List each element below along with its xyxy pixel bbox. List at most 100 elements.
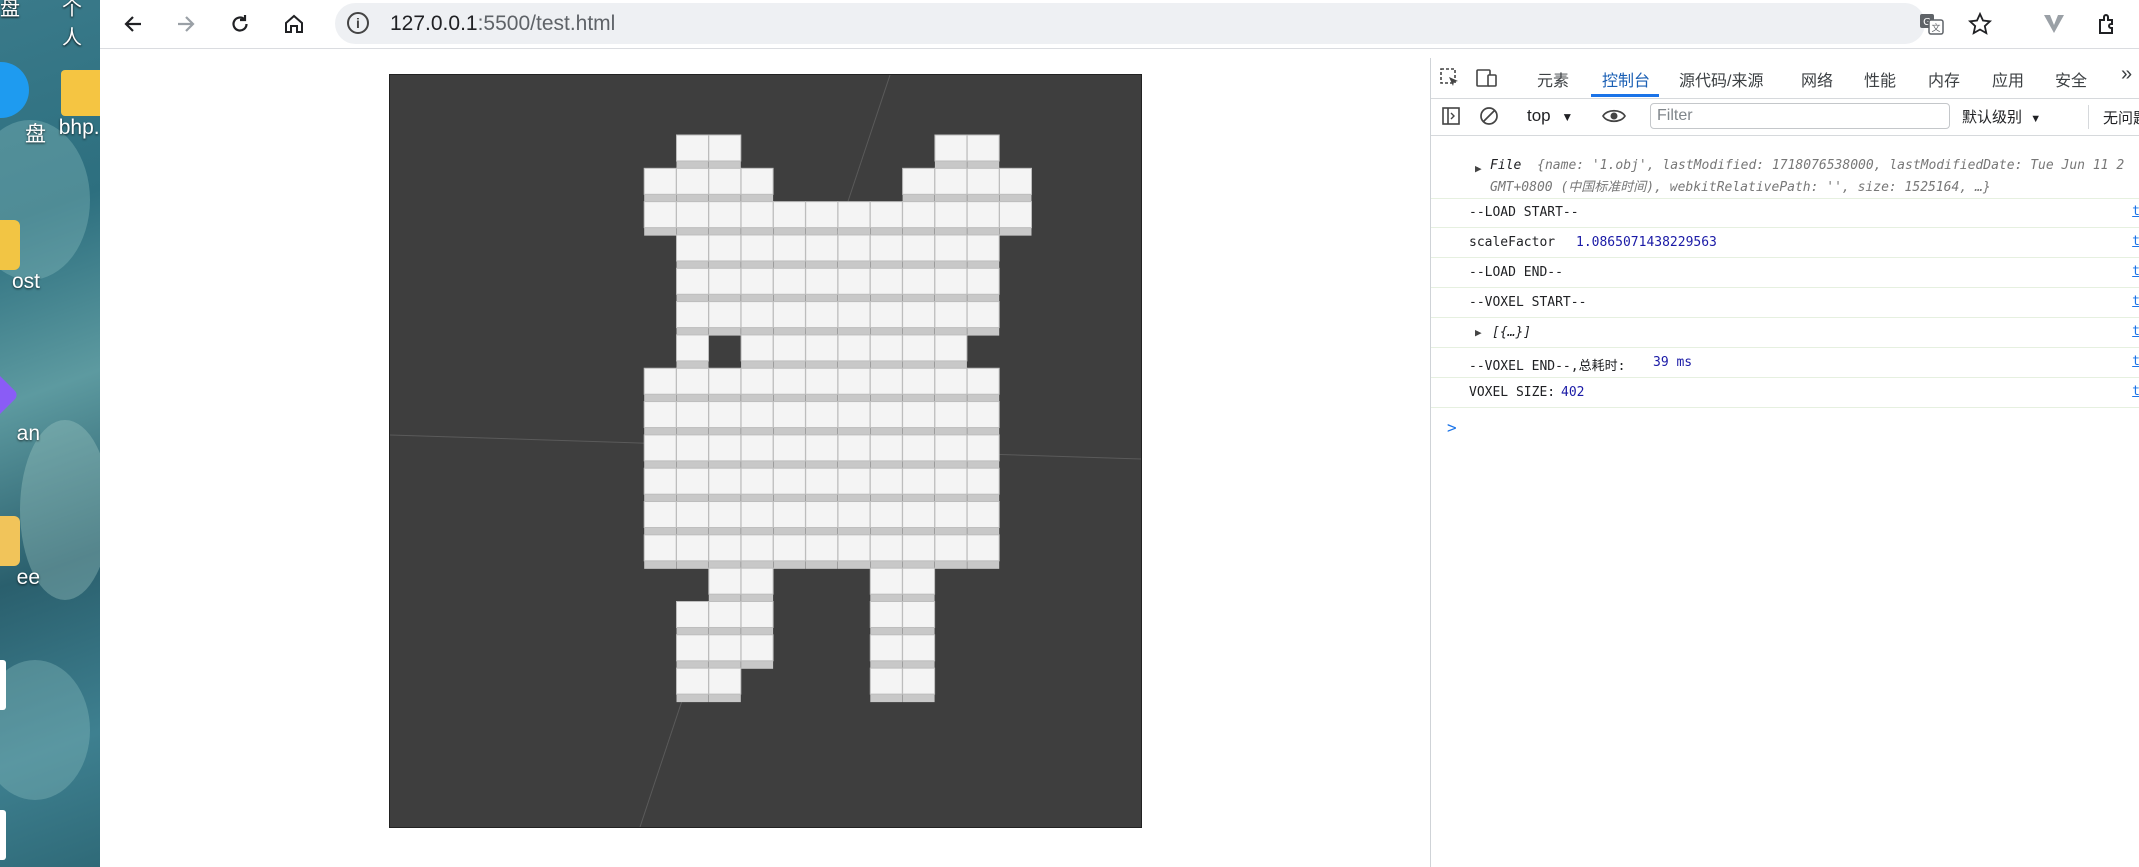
browser-toolbar: i 127.0.0.1:5500/test.html G文 bbox=[100, 0, 2139, 49]
desktop-icon-partial[interactable] bbox=[0, 660, 6, 710]
dropdown-caret-icon: ▼ bbox=[2030, 113, 2042, 125]
context-label: top bbox=[1527, 106, 1551, 125]
info-icon[interactable]: i bbox=[347, 12, 369, 34]
desktop-icon-partial[interactable] bbox=[0, 810, 6, 860]
source-link[interactable]: t bbox=[2132, 354, 2139, 369]
voxel-cube bbox=[676, 334, 709, 369]
voxel-cube bbox=[676, 201, 709, 236]
desktop-icon-app[interactable]: an bbox=[0, 370, 40, 446]
log-levels-label: 默认级别 bbox=[1962, 109, 2023, 126]
voxel-cube bbox=[902, 234, 936, 269]
voxel-cube bbox=[805, 201, 839, 236]
context-selector[interactable]: top ▼ bbox=[1527, 106, 1573, 126]
source-link[interactable]: t bbox=[2132, 294, 2139, 309]
tab-sources[interactable]: 源代码/来源 bbox=[1679, 67, 1763, 91]
voxel-cube bbox=[837, 467, 871, 503]
sidebar-toggle-icon[interactable] bbox=[1441, 106, 1461, 131]
forward-icon[interactable] bbox=[170, 8, 202, 40]
voxel-cube bbox=[708, 234, 742, 269]
console-prompt[interactable]: > bbox=[1431, 416, 2139, 444]
desktop-icon-gitee[interactable]: ee bbox=[0, 516, 40, 590]
file-object-prefix: File bbox=[1490, 158, 1522, 173]
source-link[interactable]: t bbox=[2132, 384, 2139, 399]
three-canvas[interactable] bbox=[389, 74, 1142, 828]
desktop-icon-folder[interactable]: bhp... bbox=[40, 70, 100, 140]
voxel-cube bbox=[805, 467, 839, 503]
source-link[interactable]: t bbox=[2132, 204, 2139, 219]
voxel-cube bbox=[805, 434, 839, 469]
voxel-cube bbox=[740, 467, 774, 503]
desktop-icon-postman[interactable]: ost bbox=[0, 220, 40, 294]
expand-triangle-icon[interactable]: ▶ bbox=[1475, 326, 1482, 339]
voxel-cube bbox=[740, 301, 774, 336]
voxel-cube bbox=[869, 501, 903, 536]
expand-triangle-icon[interactable]: ▶ bbox=[1475, 162, 1482, 175]
clear-console-icon[interactable] bbox=[1479, 106, 1499, 131]
tab-memory[interactable]: 内存 bbox=[1928, 67, 1960, 91]
voxel-cube bbox=[934, 501, 968, 536]
cloud-icon bbox=[0, 62, 29, 118]
device-toolbar-icon[interactable] bbox=[1475, 67, 1499, 94]
back-icon[interactable] bbox=[117, 8, 149, 40]
address-bar[interactable]: i 127.0.0.1:5500/test.html bbox=[335, 3, 1925, 44]
more-tabs-button[interactable]: » bbox=[2121, 63, 2132, 86]
vivaldi-icon[interactable] bbox=[2040, 10, 2068, 38]
voxel-cube bbox=[966, 234, 1000, 269]
voxel-cube bbox=[676, 501, 709, 536]
home-icon[interactable] bbox=[278, 8, 310, 40]
extensions-icon[interactable] bbox=[2094, 10, 2122, 38]
voxel-cube bbox=[902, 301, 936, 336]
reload-icon[interactable] bbox=[224, 8, 256, 40]
desktop-icon-label: bhp... bbox=[58, 116, 100, 139]
voxel-cube bbox=[740, 367, 774, 403]
voxel-cube bbox=[902, 267, 936, 303]
live-expression-eye-icon[interactable] bbox=[1601, 106, 1627, 131]
voxel-cube bbox=[837, 401, 871, 436]
inspect-element-icon[interactable] bbox=[1439, 67, 1461, 94]
issues-divider bbox=[2088, 105, 2089, 129]
voxel-cube bbox=[805, 367, 839, 403]
voxel-cube bbox=[837, 534, 871, 569]
voxel-cube bbox=[869, 667, 903, 703]
tab-console[interactable]: 控制台 bbox=[1602, 67, 1650, 91]
tab-application[interactable]: 应用 bbox=[1992, 67, 2024, 91]
voxel-cube bbox=[869, 467, 903, 503]
voxel-cube bbox=[772, 434, 806, 469]
voxel-cube bbox=[837, 201, 871, 236]
voxel-cube bbox=[740, 334, 774, 369]
voxel-cube bbox=[708, 567, 742, 603]
url-text[interactable]: 127.0.0.1:5500/test.html bbox=[390, 12, 615, 36]
source-link[interactable]: t bbox=[2132, 324, 2139, 339]
console-message-value: 1.0865071438229563 bbox=[1576, 235, 1717, 250]
voxel-cube bbox=[708, 600, 742, 636]
source-link[interactable]: t bbox=[2132, 234, 2139, 249]
tab-performance[interactable]: 性能 bbox=[1864, 67, 1896, 91]
console-message-array[interactable]: ▶ [{…}] t bbox=[1431, 318, 2139, 348]
voxel-cube bbox=[934, 267, 968, 303]
voxel-cube bbox=[708, 667, 742, 703]
source-link[interactable]: t bbox=[2132, 264, 2139, 279]
tab-network[interactable]: 网络 bbox=[1801, 67, 1833, 91]
voxel-cube bbox=[708, 301, 742, 336]
voxel-cube bbox=[869, 600, 903, 636]
log-levels-dropdown[interactable]: 默认级别 ▼ bbox=[1962, 106, 2041, 127]
translate-icon[interactable]: G文 bbox=[1918, 10, 1946, 38]
voxel-cube bbox=[902, 501, 936, 536]
devtools-tab-bar: 元素 控制台 源代码/来源 网络 性能 内存 应用 安全 » bbox=[1431, 58, 2139, 99]
voxel-group bbox=[643, 134, 1032, 703]
voxel-cube bbox=[772, 501, 806, 536]
console-message-file[interactable]: ▶ File {name: '1.obj', lastModified: 171… bbox=[1431, 136, 2139, 199]
console-filter-input[interactable]: Filter bbox=[1650, 103, 1950, 129]
voxel-cube bbox=[902, 534, 936, 569]
tab-security[interactable]: 安全 bbox=[2055, 67, 2087, 91]
voxel-cube bbox=[772, 467, 806, 503]
voxel-cube bbox=[966, 267, 1000, 303]
voxel-cube bbox=[740, 567, 774, 603]
bookmark-star-icon[interactable] bbox=[1966, 10, 1994, 38]
voxel-cube bbox=[805, 534, 839, 569]
desktop-icon-label: ee bbox=[16, 566, 40, 589]
tab-elements[interactable]: 元素 bbox=[1537, 67, 1569, 91]
voxel-cube bbox=[708, 534, 742, 569]
voxel-scene[interactable] bbox=[389, 74, 1142, 828]
issues-button[interactable]: 无问题 bbox=[2103, 107, 2139, 128]
